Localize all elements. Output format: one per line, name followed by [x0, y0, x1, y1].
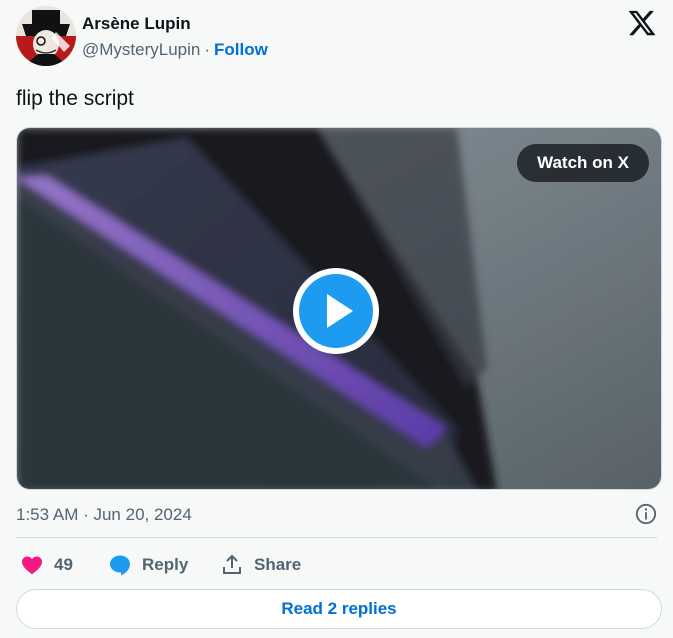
like-button[interactable]: 49: [20, 550, 73, 580]
tweet-text: flip the script: [16, 87, 134, 110]
share-button[interactable]: Share: [220, 550, 301, 580]
share-label: Share: [254, 555, 302, 574]
divider: [16, 537, 657, 538]
handle-row: @MysteryLupin · Follow: [82, 40, 268, 60]
watch-on-x-button[interactable]: Watch on X: [517, 144, 649, 182]
play-icon[interactable]: [291, 266, 381, 356]
tweet-timestamp[interactable]: 1:53 AM · Jun 20, 2024: [16, 504, 192, 526]
read-replies-button[interactable]: Read 2 replies: [16, 589, 662, 629]
reply-button[interactable]: Reply: [108, 550, 188, 580]
follow-link[interactable]: Follow: [214, 40, 268, 59]
x-logo-icon[interactable]: [627, 8, 657, 38]
like-count: 49: [54, 555, 73, 574]
separator-dot: ·: [204, 40, 211, 59]
info-icon[interactable]: [635, 503, 657, 525]
tweet-header: Arsène Lupin @MysteryLupin · Follow: [16, 6, 657, 68]
tweet-embed-card: Arsène Lupin @MysteryLupin · Follow flip t…: [0, 0, 673, 638]
reply-bubble-icon: [110, 555, 130, 576]
author-handle[interactable]: @MysteryLupin: [82, 40, 200, 59]
avatar[interactable]: [16, 6, 76, 66]
action-bar: 49 Reply Share: [16, 550, 416, 580]
reply-label: Reply: [142, 555, 189, 574]
share-icon: [223, 554, 241, 574]
author-info: Arsène Lupin @MysteryLupin · Follow: [82, 14, 268, 60]
heart-icon: [22, 556, 42, 575]
author-display-name[interactable]: Arsène Lupin: [82, 14, 268, 34]
video-player[interactable]: Watch on X: [16, 127, 662, 490]
